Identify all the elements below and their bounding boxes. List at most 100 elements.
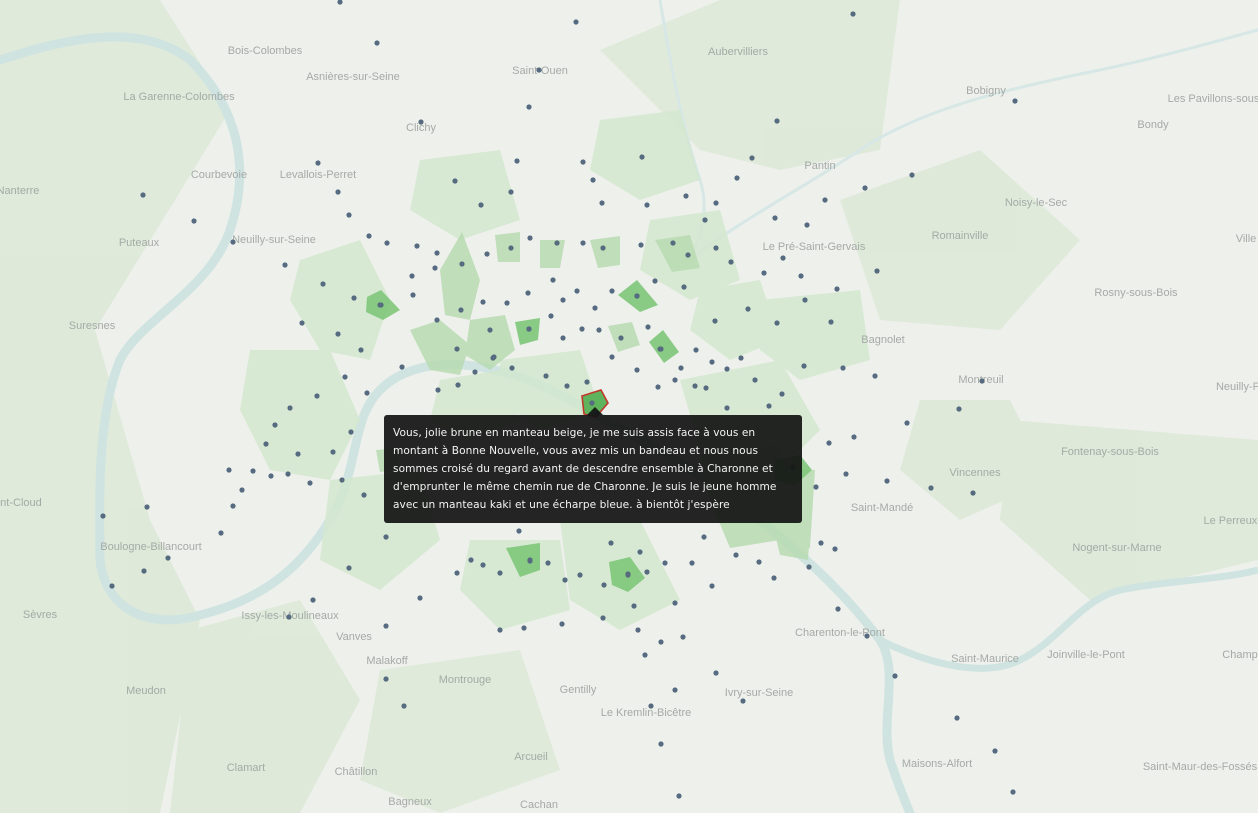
station-dot[interactable] [851,434,857,440]
station-dot[interactable] [692,383,698,389]
station-dot[interactable] [432,265,438,271]
station-dot[interactable] [672,687,678,693]
station-dot[interactable] [655,384,661,390]
station-dot[interactable] [351,295,357,301]
station-dot[interactable] [141,568,147,574]
station-dot[interactable] [701,534,707,540]
station-dot[interactable] [140,192,146,198]
station-dot[interactable] [455,382,461,388]
station-dot[interactable] [287,405,293,411]
station-dot[interactable] [295,451,301,457]
station-dot[interactable] [712,318,718,324]
station-dot[interactable] [772,215,778,221]
station-dot[interactable] [384,240,390,246]
station-dot[interactable] [648,703,654,709]
station-dot[interactable] [263,441,269,447]
station-dot[interactable] [928,485,934,491]
station-dot[interactable] [239,487,245,493]
station-dot[interactable] [637,549,643,555]
station-dot[interactable] [315,160,321,166]
station-dot[interactable] [802,297,808,303]
station-dot[interactable] [644,202,650,208]
station-dot[interactable] [346,212,352,218]
station-dot[interactable] [874,268,880,274]
station-dot[interactable] [577,572,583,578]
station-dot[interactable] [543,373,549,379]
station-dot[interactable] [230,239,236,245]
station-dot[interactable] [521,625,527,631]
station-dot[interactable] [904,420,910,426]
station-dot[interactable] [320,281,326,287]
station-dot[interactable] [536,67,542,73]
station-dot[interactable] [843,471,849,477]
station-dot[interactable] [226,467,232,473]
station-dot[interactable] [954,715,960,721]
station-dot[interactable] [268,473,274,479]
station-dot[interactable] [480,562,486,568]
station-dot[interactable] [608,540,614,546]
station-dot[interactable] [709,359,715,365]
station-dot[interactable] [638,242,644,248]
station-dot[interactable] [417,595,423,601]
station-dot[interactable] [497,627,503,633]
station-dot[interactable] [579,326,585,332]
station-dot[interactable] [100,513,106,519]
station-dot[interactable] [639,154,645,160]
station-dot[interactable] [734,175,740,181]
station-dot[interactable] [600,615,606,621]
station-dot[interactable] [545,560,551,566]
station-dot[interactable] [366,233,372,239]
station-dot[interactable] [330,449,336,455]
station-dot[interactable] [548,313,554,319]
station-dot[interactable] [600,245,606,251]
station-dot[interactable] [658,639,664,645]
station-dot[interactable] [703,385,709,391]
station-dot[interactable] [681,284,687,290]
station-dot[interactable] [307,480,313,486]
station-dot[interactable] [383,676,389,682]
station-dot[interactable] [689,560,695,566]
station-dot[interactable] [761,270,767,276]
station-dot[interactable] [728,259,734,265]
station-dot[interactable] [165,555,171,561]
station-dot[interactable] [399,364,405,370]
station-dot[interactable] [358,347,364,353]
station-dot[interactable] [508,189,514,195]
station-dot[interactable] [468,557,474,563]
station-dot[interactable] [484,251,490,257]
station-dot[interactable] [434,250,440,256]
paris-map[interactable]: Bois-ColombesAsnières-sur-SeineSaint-Oue… [0,0,1258,813]
station-dot[interactable] [702,217,708,223]
station-dot[interactable] [862,185,868,191]
station-dot[interactable] [559,621,565,627]
station-dot[interactable] [822,197,828,203]
station-dot[interactable] [335,331,341,337]
station-dot[interactable] [1012,98,1018,104]
station-dot[interactable] [573,19,579,25]
station-dot[interactable] [580,159,586,165]
station-dot[interactable] [884,478,890,484]
station-dot[interactable] [970,490,976,496]
station-dot[interactable] [526,104,532,110]
station-dot[interactable] [383,534,389,540]
station-dot[interactable] [418,119,424,125]
station-dot[interactable] [514,158,520,164]
station-dot[interactable] [645,324,651,330]
station-dot[interactable] [435,387,441,393]
station-dot[interactable] [592,305,598,311]
station-dot[interactable] [683,193,689,199]
station-dot[interactable] [618,335,624,341]
station-dot[interactable] [892,673,898,679]
station-dot[interactable] [774,320,780,326]
station-dot[interactable] [454,570,460,576]
station-dot[interactable] [733,552,739,558]
station-dot[interactable] [834,286,840,292]
station-dot[interactable] [599,200,605,206]
station-dot[interactable] [835,606,841,612]
station-dot[interactable] [527,235,533,241]
station-dot[interactable] [285,471,291,477]
station-dot[interactable] [864,633,870,639]
station-dot[interactable] [282,262,288,268]
station-dot[interactable] [756,559,762,565]
station-dot[interactable] [490,355,496,361]
